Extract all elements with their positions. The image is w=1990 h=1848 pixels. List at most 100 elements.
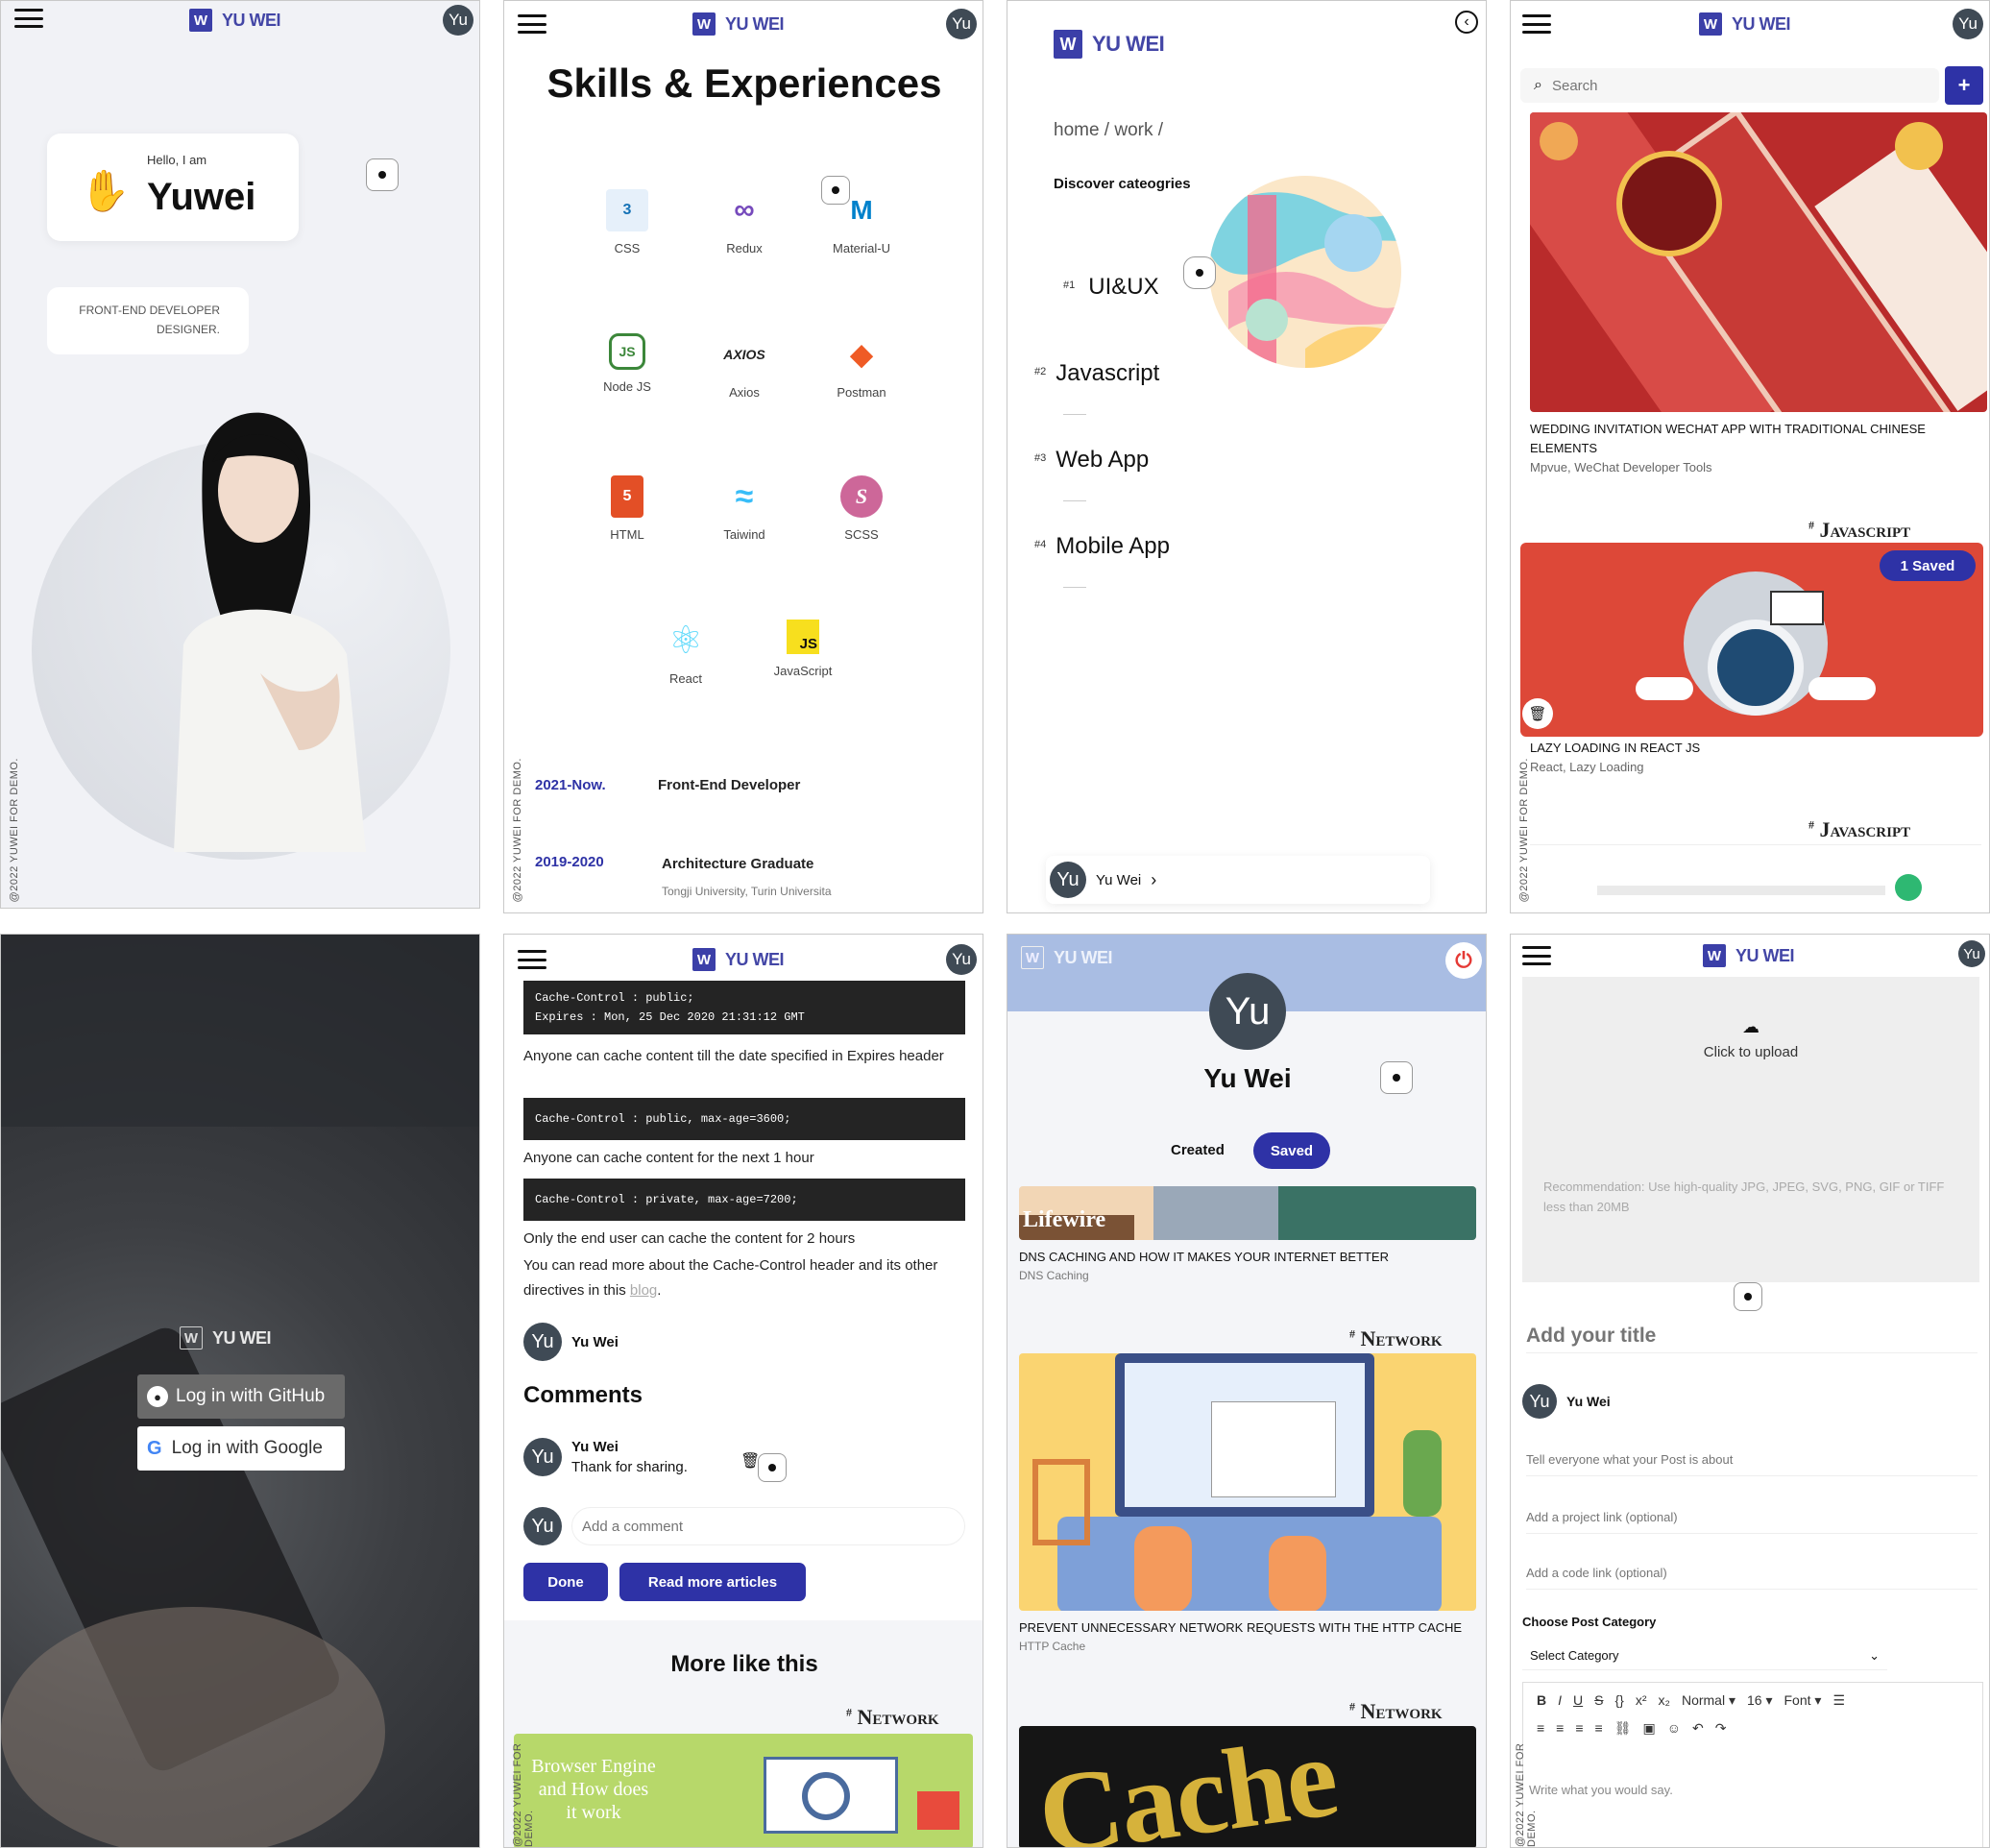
logo[interactable]: W YU WEI	[692, 12, 785, 36]
post-title[interactable]: LAZY LOADING IN REACT JS	[1530, 741, 1700, 755]
search-bar[interactable]: ⌕	[1520, 68, 1939, 103]
undo-icon[interactable]: ↶	[1692, 1720, 1704, 1737]
menu-icon[interactable]	[1522, 14, 1551, 34]
author-chip[interactable]: Yu Yu Wei	[523, 1323, 619, 1361]
comments-title: Comments	[523, 1382, 643, 1408]
menu-icon[interactable]	[1522, 946, 1551, 965]
redo-icon[interactable]: ↷	[1715, 1720, 1727, 1737]
read-more-button[interactable]: Read more articles	[619, 1563, 806, 1601]
menu-icon[interactable]	[518, 14, 546, 34]
done-button[interactable]: Done	[523, 1563, 608, 1601]
logo[interactable]: W YU WEI	[692, 948, 785, 971]
post-title[interactable]: WEDDING INVITATION WECHAT APP WITH TRADI…	[1530, 420, 1953, 458]
user-avatar[interactable]: Yu	[1953, 9, 1983, 39]
logo-mark: W	[1699, 12, 1722, 36]
cursor-toggle[interactable]	[758, 1453, 787, 1482]
user-avatar[interactable]: Yu	[946, 944, 977, 975]
align-center-icon[interactable]: ≡	[1575, 1720, 1583, 1737]
subscript-icon[interactable]: x₂	[1659, 1692, 1670, 1709]
comment-input[interactable]	[571, 1507, 965, 1545]
panel-skills: W YU WEI Yu Skills & Experiences 3 CSS ∞ R…	[503, 0, 983, 913]
category-item[interactable]: #4 Mobile App	[1034, 533, 1170, 560]
menu-icon[interactable]	[14, 9, 43, 28]
user-avatar[interactable]: Yu	[1958, 940, 1985, 967]
post-title[interactable]: PREVENT UNNECESSARY NETWORK REQUESTS WIT…	[1019, 1620, 1462, 1635]
post-image-cache[interactable]: Cache	[1019, 1726, 1476, 1847]
divider	[1063, 500, 1086, 501]
cursor-toggle[interactable]	[366, 158, 399, 191]
logo[interactable]: W YU WEI	[180, 1326, 272, 1350]
logo[interactable]: W YU WEI	[1054, 30, 1165, 59]
post-image-browser[interactable]: Browser Engine and How does it work	[514, 1734, 973, 1847]
author-name: Yu Wei	[571, 1333, 619, 1350]
tab-saved[interactable]: Saved	[1253, 1132, 1330, 1169]
tab-created[interactable]: Created	[1171, 1142, 1225, 1158]
strike-icon[interactable]: S	[1594, 1692, 1603, 1709]
saved-badge[interactable]: 1 Saved	[1880, 550, 1976, 581]
category-item[interactable]: #3 Web App	[1034, 447, 1149, 474]
code-link-input[interactable]	[1526, 1557, 1978, 1590]
list-number-icon[interactable]: ≡	[1537, 1720, 1544, 1737]
image-icon[interactable]: ▣	[1642, 1720, 1655, 1737]
add-comment-row: Yu	[523, 1507, 965, 1545]
github-login-button[interactable]: ● Log in with GitHub	[137, 1374, 345, 1419]
close-menu-icon[interactable]: ‹	[1455, 11, 1478, 34]
post-image-editor[interactable]	[1530, 844, 1981, 912]
delete-icon[interactable]: 🗑	[1522, 698, 1553, 729]
logo-text: YU WEI	[1054, 947, 1113, 967]
post-title[interactable]: DNS CACHING AND HOW IT MAKES YOUR INTERN…	[1019, 1250, 1389, 1264]
add-post-button[interactable]: +	[1945, 66, 1983, 105]
wave-icon: ✋	[80, 168, 131, 213]
logo[interactable]: W YU WEI	[189, 9, 281, 32]
cursor-toggle[interactable]	[1734, 1282, 1762, 1311]
article-text: Anyone can cache content till the date s…	[523, 1048, 944, 1064]
post-image-dns[interactable]: Lifewire	[1019, 1186, 1476, 1240]
align-left-icon[interactable]: ≡	[1556, 1720, 1564, 1737]
cursor-toggle[interactable]	[1183, 256, 1216, 289]
user-chip[interactable]: Yu Yu Wei ›	[1046, 856, 1430, 904]
category-select[interactable]: Select Category ⌄	[1522, 1641, 1887, 1670]
superscript-icon[interactable]: x²	[1636, 1692, 1647, 1709]
align-right-icon[interactable]: ≡	[1595, 1720, 1603, 1737]
link-icon[interactable]: ⛓	[1614, 1720, 1632, 1737]
search-input[interactable]	[1551, 77, 1898, 94]
breadcrumb[interactable]: home / work /	[1054, 120, 1163, 141]
google-login-button[interactable]: G Log in with Google	[137, 1426, 345, 1471]
post-image-http-cache[interactable]	[1019, 1353, 1476, 1611]
logo[interactable]: W YU WEI	[1703, 944, 1795, 967]
code-icon[interactable]: {}	[1614, 1692, 1623, 1709]
project-link-input[interactable]	[1526, 1501, 1978, 1534]
editor-body[interactable]: Write what you would say.	[1529, 1783, 1673, 1797]
emoji-icon[interactable]: ☺	[1667, 1720, 1681, 1737]
logout-icon[interactable]: ⏻	[1445, 942, 1482, 979]
italic-icon[interactable]: I	[1558, 1692, 1562, 1709]
skill-scss: S SCSS	[809, 475, 914, 542]
font-select[interactable]: Font ▾	[1784, 1692, 1822, 1709]
user-avatar[interactable]: Yu	[443, 5, 473, 36]
logo-text: YU WEI	[222, 10, 281, 30]
category-item[interactable]: #1 UI&UX	[1063, 274, 1159, 301]
cursor-toggle[interactable]	[1380, 1061, 1413, 1094]
category-label: Web App	[1056, 447, 1150, 473]
menu-icon[interactable]	[518, 950, 546, 969]
blog-link[interactable]: blog	[630, 1282, 657, 1299]
category-item[interactable]: #2 Javascript	[1034, 360, 1159, 387]
skill-css: 3 CSS	[574, 189, 680, 255]
size-select[interactable]: 16 ▾	[1747, 1692, 1773, 1709]
category-num: #1	[1063, 280, 1076, 291]
upload-label[interactable]: Click to upload	[1511, 1044, 1989, 1060]
panel-menu: W YU WEI ‹ home / work / Discover cateog…	[1007, 0, 1487, 913]
cursor-toggle[interactable]	[821, 176, 850, 205]
underline-icon[interactable]: U	[1573, 1692, 1583, 1709]
skill-label: Axios	[729, 385, 760, 400]
post-image-wedding[interactable]	[1530, 112, 1987, 412]
logo[interactable]: W YU WEI	[1021, 946, 1113, 969]
axios-icon: AXIOS	[723, 347, 765, 362]
logo[interactable]: W YU WEI	[1699, 12, 1791, 36]
paragraph-select[interactable]: Normal ▾	[1682, 1692, 1735, 1709]
user-avatar[interactable]: Yu	[946, 9, 977, 39]
list-bullet-icon[interactable]: ☰	[1832, 1692, 1845, 1709]
bold-icon[interactable]: B	[1537, 1692, 1546, 1709]
title-input[interactable]	[1526, 1319, 1978, 1353]
about-input[interactable]	[1526, 1444, 1978, 1476]
